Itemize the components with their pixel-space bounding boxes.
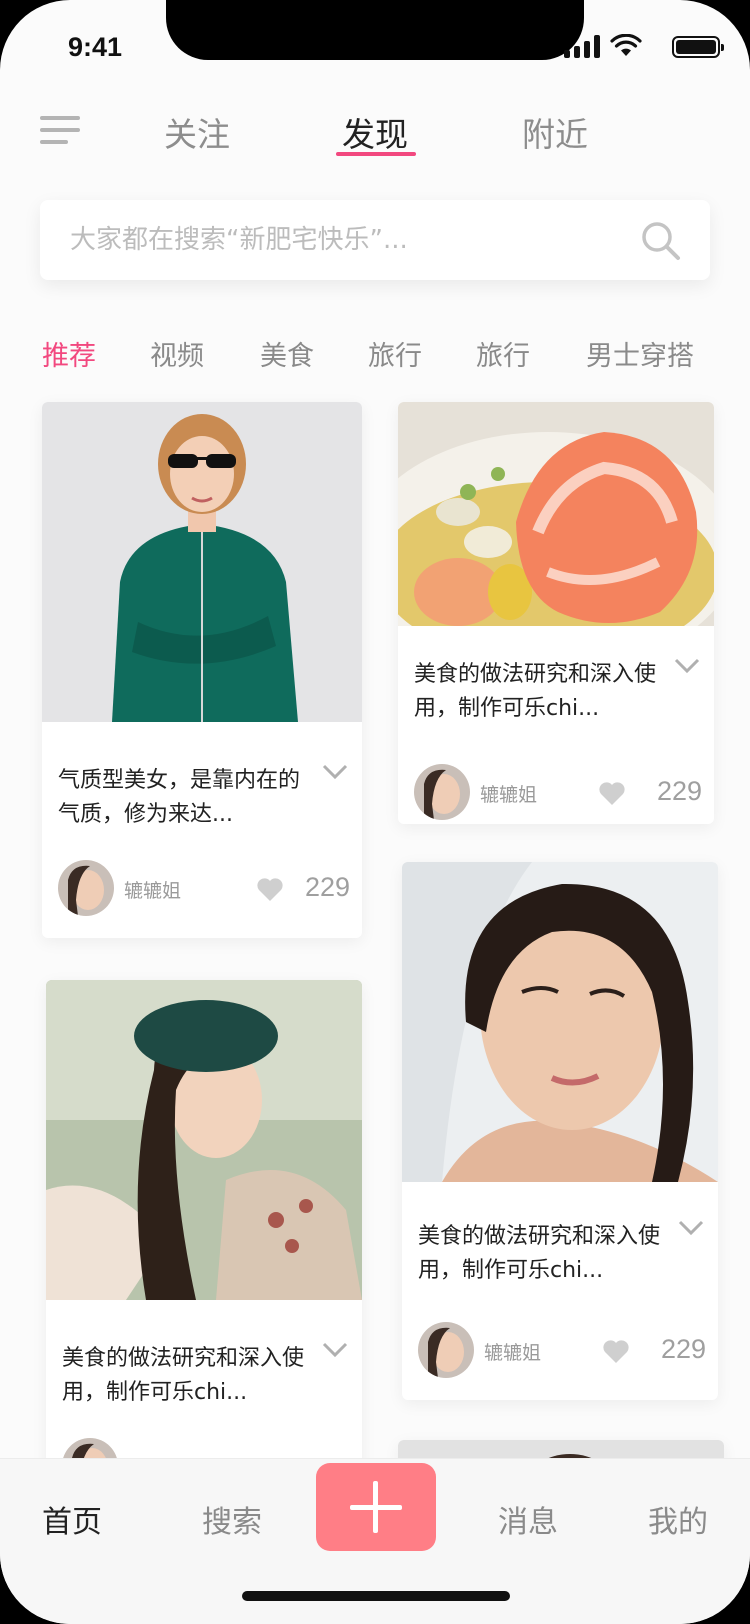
signal-icon xyxy=(564,34,602,58)
status-time: 9:41 xyxy=(68,32,123,62)
heart-icon[interactable] xyxy=(602,1338,630,1364)
card-image xyxy=(46,980,362,1300)
tab-search[interactable]: 搜索 xyxy=(202,1497,262,1541)
chevron-down-icon[interactable] xyxy=(322,1342,348,1358)
search-input[interactable] xyxy=(70,200,610,280)
category-travel[interactable]: 旅行 xyxy=(368,334,422,373)
tab-home[interactable]: 首页 xyxy=(42,1497,102,1541)
bottom-tab-bar: 首页 搜索 消息 我的 xyxy=(0,1458,750,1624)
like-count: 229 xyxy=(660,1334,706,1364)
notch xyxy=(166,0,584,60)
feed-card[interactable]: 美食的做法研究和深入使用，制作可乐chi... 辘辘姐 229 xyxy=(402,862,718,1400)
tab-messages[interactable]: 消息 xyxy=(498,1497,558,1541)
tab-discover[interactable]: 发现 xyxy=(342,108,408,156)
category-recommend[interactable]: 推荐 xyxy=(42,334,96,373)
battery-icon xyxy=(672,36,724,58)
card-title: 美食的做法研究和深入使用，制作可乐chi... xyxy=(414,662,657,721)
heart-icon[interactable] xyxy=(598,780,626,806)
author-name: 辘辘姐 xyxy=(124,880,182,902)
chevron-down-icon[interactable] xyxy=(322,764,348,780)
add-post-button[interactable] xyxy=(316,1463,436,1551)
phone-screen: 9:41 关注 发现 附近 推荐 视频 美食 旅行 旅行 男士穿搭 xyxy=(0,0,750,1624)
avatar[interactable] xyxy=(418,1322,474,1378)
plus-icon-vertical xyxy=(373,1481,378,1533)
author-name: 辘辘姐 xyxy=(484,1342,542,1364)
like-count: 229 xyxy=(656,776,702,806)
avatar[interactable] xyxy=(58,860,114,916)
chevron-down-icon[interactable] xyxy=(674,658,700,674)
card-image xyxy=(42,402,362,722)
category-menswear[interactable]: 男士穿搭 xyxy=(586,334,694,373)
search-bar[interactable] xyxy=(40,200,710,280)
search-icon[interactable] xyxy=(640,220,682,262)
tab-profile[interactable]: 我的 xyxy=(648,1497,708,1541)
category-video[interactable]: 视频 xyxy=(150,334,204,373)
avatar[interactable] xyxy=(414,764,470,820)
category-travel-2[interactable]: 旅行 xyxy=(476,334,530,373)
tab-nearby[interactable]: 附近 xyxy=(522,108,588,156)
card-image xyxy=(402,862,718,1182)
tab-follow[interactable]: 关注 xyxy=(164,108,230,156)
card-title: 气质型美女，是靠内在的气质，修为来达... xyxy=(58,768,301,827)
wifi-icon xyxy=(610,34,642,56)
card-title: 美食的做法研究和深入使用，制作可乐chi... xyxy=(418,1224,661,1283)
home-indicator xyxy=(242,1591,510,1601)
chevron-down-icon[interactable] xyxy=(678,1220,704,1236)
menu-icon[interactable] xyxy=(40,116,80,144)
card-image xyxy=(398,402,714,626)
card-title: 美食的做法研究和深入使用，制作可乐chi... xyxy=(62,1346,305,1405)
heart-icon[interactable] xyxy=(256,876,284,902)
feed-card[interactable]: 美食的做法研究和深入使用，制作可乐chi... 辘辘姐 229 xyxy=(398,402,714,824)
feed-card[interactable]: 气质型美女，是靠内在的气质，修为来达... 辘辘姐 229 xyxy=(42,402,362,938)
feed-card[interactable]: 美食的做法研究和深入使用，制作可乐chi... xyxy=(46,980,362,1500)
active-tab-indicator xyxy=(336,152,416,156)
category-food[interactable]: 美食 xyxy=(260,334,314,373)
like-count: 229 xyxy=(304,872,350,902)
author-name: 辘辘姐 xyxy=(480,784,538,806)
